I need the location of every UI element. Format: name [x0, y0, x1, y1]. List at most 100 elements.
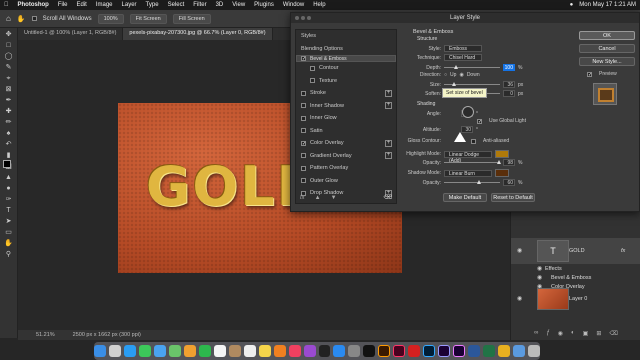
type-tool-icon[interactable]: T [3, 206, 15, 215]
mask-icon[interactable]: ◉ [558, 330, 563, 340]
style-item-contour[interactable]: Contour [296, 62, 396, 75]
opacity1-knob[interactable] [497, 160, 501, 164]
style-item-checkbox[interactable] [301, 103, 306, 109]
style-item-inner-glow[interactable]: Inner Glow [296, 112, 396, 125]
fx-badge[interactable]: fx [621, 248, 625, 254]
altitude-input[interactable]: 30 [461, 126, 473, 133]
size-input[interactable]: 36 [503, 81, 515, 88]
style-item-checkbox[interactable] [310, 78, 315, 84]
hand-icon[interactable]: ✋ [3, 239, 15, 248]
delete-effect-icon[interactable]: ⌫ [384, 194, 392, 201]
fit-screen-button[interactable]: Fit Screen [129, 13, 167, 24]
tab-untitled[interactable]: Untitled-1 @ 100% (Layer 1, RGB/8#) [18, 28, 124, 40]
acrobat-icon[interactable] [408, 345, 421, 357]
menu-type[interactable]: Type [146, 2, 159, 8]
styles-header[interactable]: Styles [296, 30, 396, 43]
link-icon[interactable]: ∞ [534, 330, 538, 340]
podcasts-icon[interactable] [303, 345, 316, 357]
highlight-color-swatch[interactable] [495, 150, 509, 158]
soften-input[interactable]: 0 [503, 90, 515, 97]
reminders-icon[interactable] [243, 345, 256, 357]
notes-icon[interactable] [258, 345, 271, 357]
move-up-icon[interactable]: ▲ [315, 195, 321, 201]
style-item-gradient-overlay[interactable]: Gradient Overlay + [296, 150, 396, 163]
excel-icon[interactable] [483, 345, 496, 357]
healing-brush-icon[interactable]: ✚ [3, 107, 15, 116]
style-item-bevel-emboss[interactable]: ✓ Bevel & Emboss [296, 55, 396, 62]
layer-bevel-effect[interactable]: ◉ Bevel & Emboss [511, 273, 640, 282]
menu-window[interactable]: Window [283, 2, 304, 8]
depth-knob[interactable] [454, 65, 458, 69]
fx-menu-button[interactable]: fx [300, 195, 305, 201]
style-item-checkbox[interactable]: ✓ [301, 140, 306, 146]
safari-icon[interactable] [123, 345, 136, 357]
menu-file[interactable]: File [58, 2, 68, 8]
wifi-icon[interactable]: ● [570, 2, 574, 8]
maps-icon[interactable] [168, 345, 181, 357]
make-default-button[interactable]: Make Default [443, 193, 487, 202]
fill-screen-button[interactable]: Fill Screen [172, 13, 211, 24]
style-item-outer-glow[interactable]: Outer Glow [296, 175, 396, 188]
global-light-checkbox[interactable]: ✓ [477, 118, 482, 124]
launchpad-icon[interactable] [108, 345, 121, 357]
word-icon[interactable] [468, 345, 481, 357]
rectangle-tool-icon[interactable]: ▭ [3, 228, 15, 237]
chrome-icon[interactable] [498, 345, 511, 357]
blur-tool-icon[interactable]: ▲ [3, 173, 15, 182]
lasso-tool-icon[interactable]: ◯ [3, 52, 15, 61]
brush-tool-icon[interactable]: ✏ [3, 118, 15, 127]
quick-select-icon[interactable]: ✎ [3, 63, 15, 72]
scroll-all-check[interactable] [31, 16, 37, 21]
style-item-checkbox[interactable] [301, 90, 306, 96]
menu-view[interactable]: View [232, 2, 245, 8]
close-dot-icon[interactable] [295, 16, 299, 20]
facetime-icon[interactable] [198, 345, 211, 357]
layer-effects[interactable]: ◉ Effects [511, 264, 640, 273]
menu-image[interactable]: Image [96, 2, 113, 8]
menu-plugins[interactable]: Plugins [254, 2, 274, 8]
opacity2-input[interactable]: 60 [503, 179, 515, 186]
opacity2-slider[interactable] [444, 180, 500, 184]
contacts-icon[interactable] [228, 345, 241, 357]
style-item-inner-shadow[interactable]: Inner Shadow + [296, 100, 396, 113]
zoom-dot-icon[interactable] [307, 16, 311, 20]
foreground-color-swatch[interactable] [3, 160, 11, 168]
size-knob[interactable] [452, 82, 456, 86]
style-item-checkbox[interactable] [301, 153, 306, 159]
minimize-dot-icon[interactable] [301, 16, 305, 20]
highlight-mode-select[interactable]: Linear Dodge (Add) [444, 150, 492, 164]
reset-default-button[interactable]: Reset to Default [491, 193, 535, 202]
apple-icon[interactable]:  [4, 2, 9, 8]
menu-app-name[interactable]: Photoshop [18, 2, 49, 8]
depth-input[interactable]: 100 [503, 64, 515, 71]
menu-clock[interactable]: Mon May 17 1:21 AM [579, 2, 636, 8]
technique-select[interactable]: Chisel Hard [444, 54, 482, 61]
style-item-checkbox[interactable] [301, 165, 306, 171]
trash-icon[interactable]: ⌫ [609, 330, 617, 340]
adjustment-icon[interactable]: ◐ [571, 330, 575, 340]
trash-dock-icon[interactable] [528, 345, 541, 357]
style-select[interactable]: Emboss [444, 45, 482, 52]
vlc-icon[interactable] [273, 345, 286, 357]
folder-icon[interactable]: ▣ [583, 330, 589, 340]
shadow-color-swatch[interactable] [495, 169, 509, 177]
depth-slider[interactable] [444, 65, 500, 69]
opacity1-slider[interactable] [444, 160, 501, 164]
add-effect-plus-icon[interactable]: + [385, 152, 392, 160]
premiere-icon[interactable] [453, 345, 466, 357]
photoshop-icon[interactable] [423, 345, 436, 357]
shadow-mode-select[interactable]: Linear Burn [444, 169, 492, 177]
settings-icon[interactable] [348, 345, 361, 357]
direction-down-radio[interactable]: ◉ [459, 72, 463, 78]
fx-icon[interactable]: ƒ [546, 330, 549, 340]
anti-aliased-checkbox[interactable] [471, 138, 476, 144]
direction-up-radio[interactable]: ○ [444, 72, 447, 78]
style-item-color-overlay[interactable]: ✓ Color Overlay + [296, 137, 396, 150]
terminal-icon[interactable] [363, 345, 376, 357]
illustrator-icon[interactable] [378, 345, 391, 357]
layer-0[interactable]: ◉ Layer 0 [511, 286, 640, 312]
add-effect-plus-icon[interactable]: + [385, 139, 392, 147]
style-item-satin[interactable]: Satin [296, 125, 396, 138]
tv-icon[interactable] [318, 345, 331, 357]
zoom-100-button[interactable]: 100% [97, 13, 124, 24]
